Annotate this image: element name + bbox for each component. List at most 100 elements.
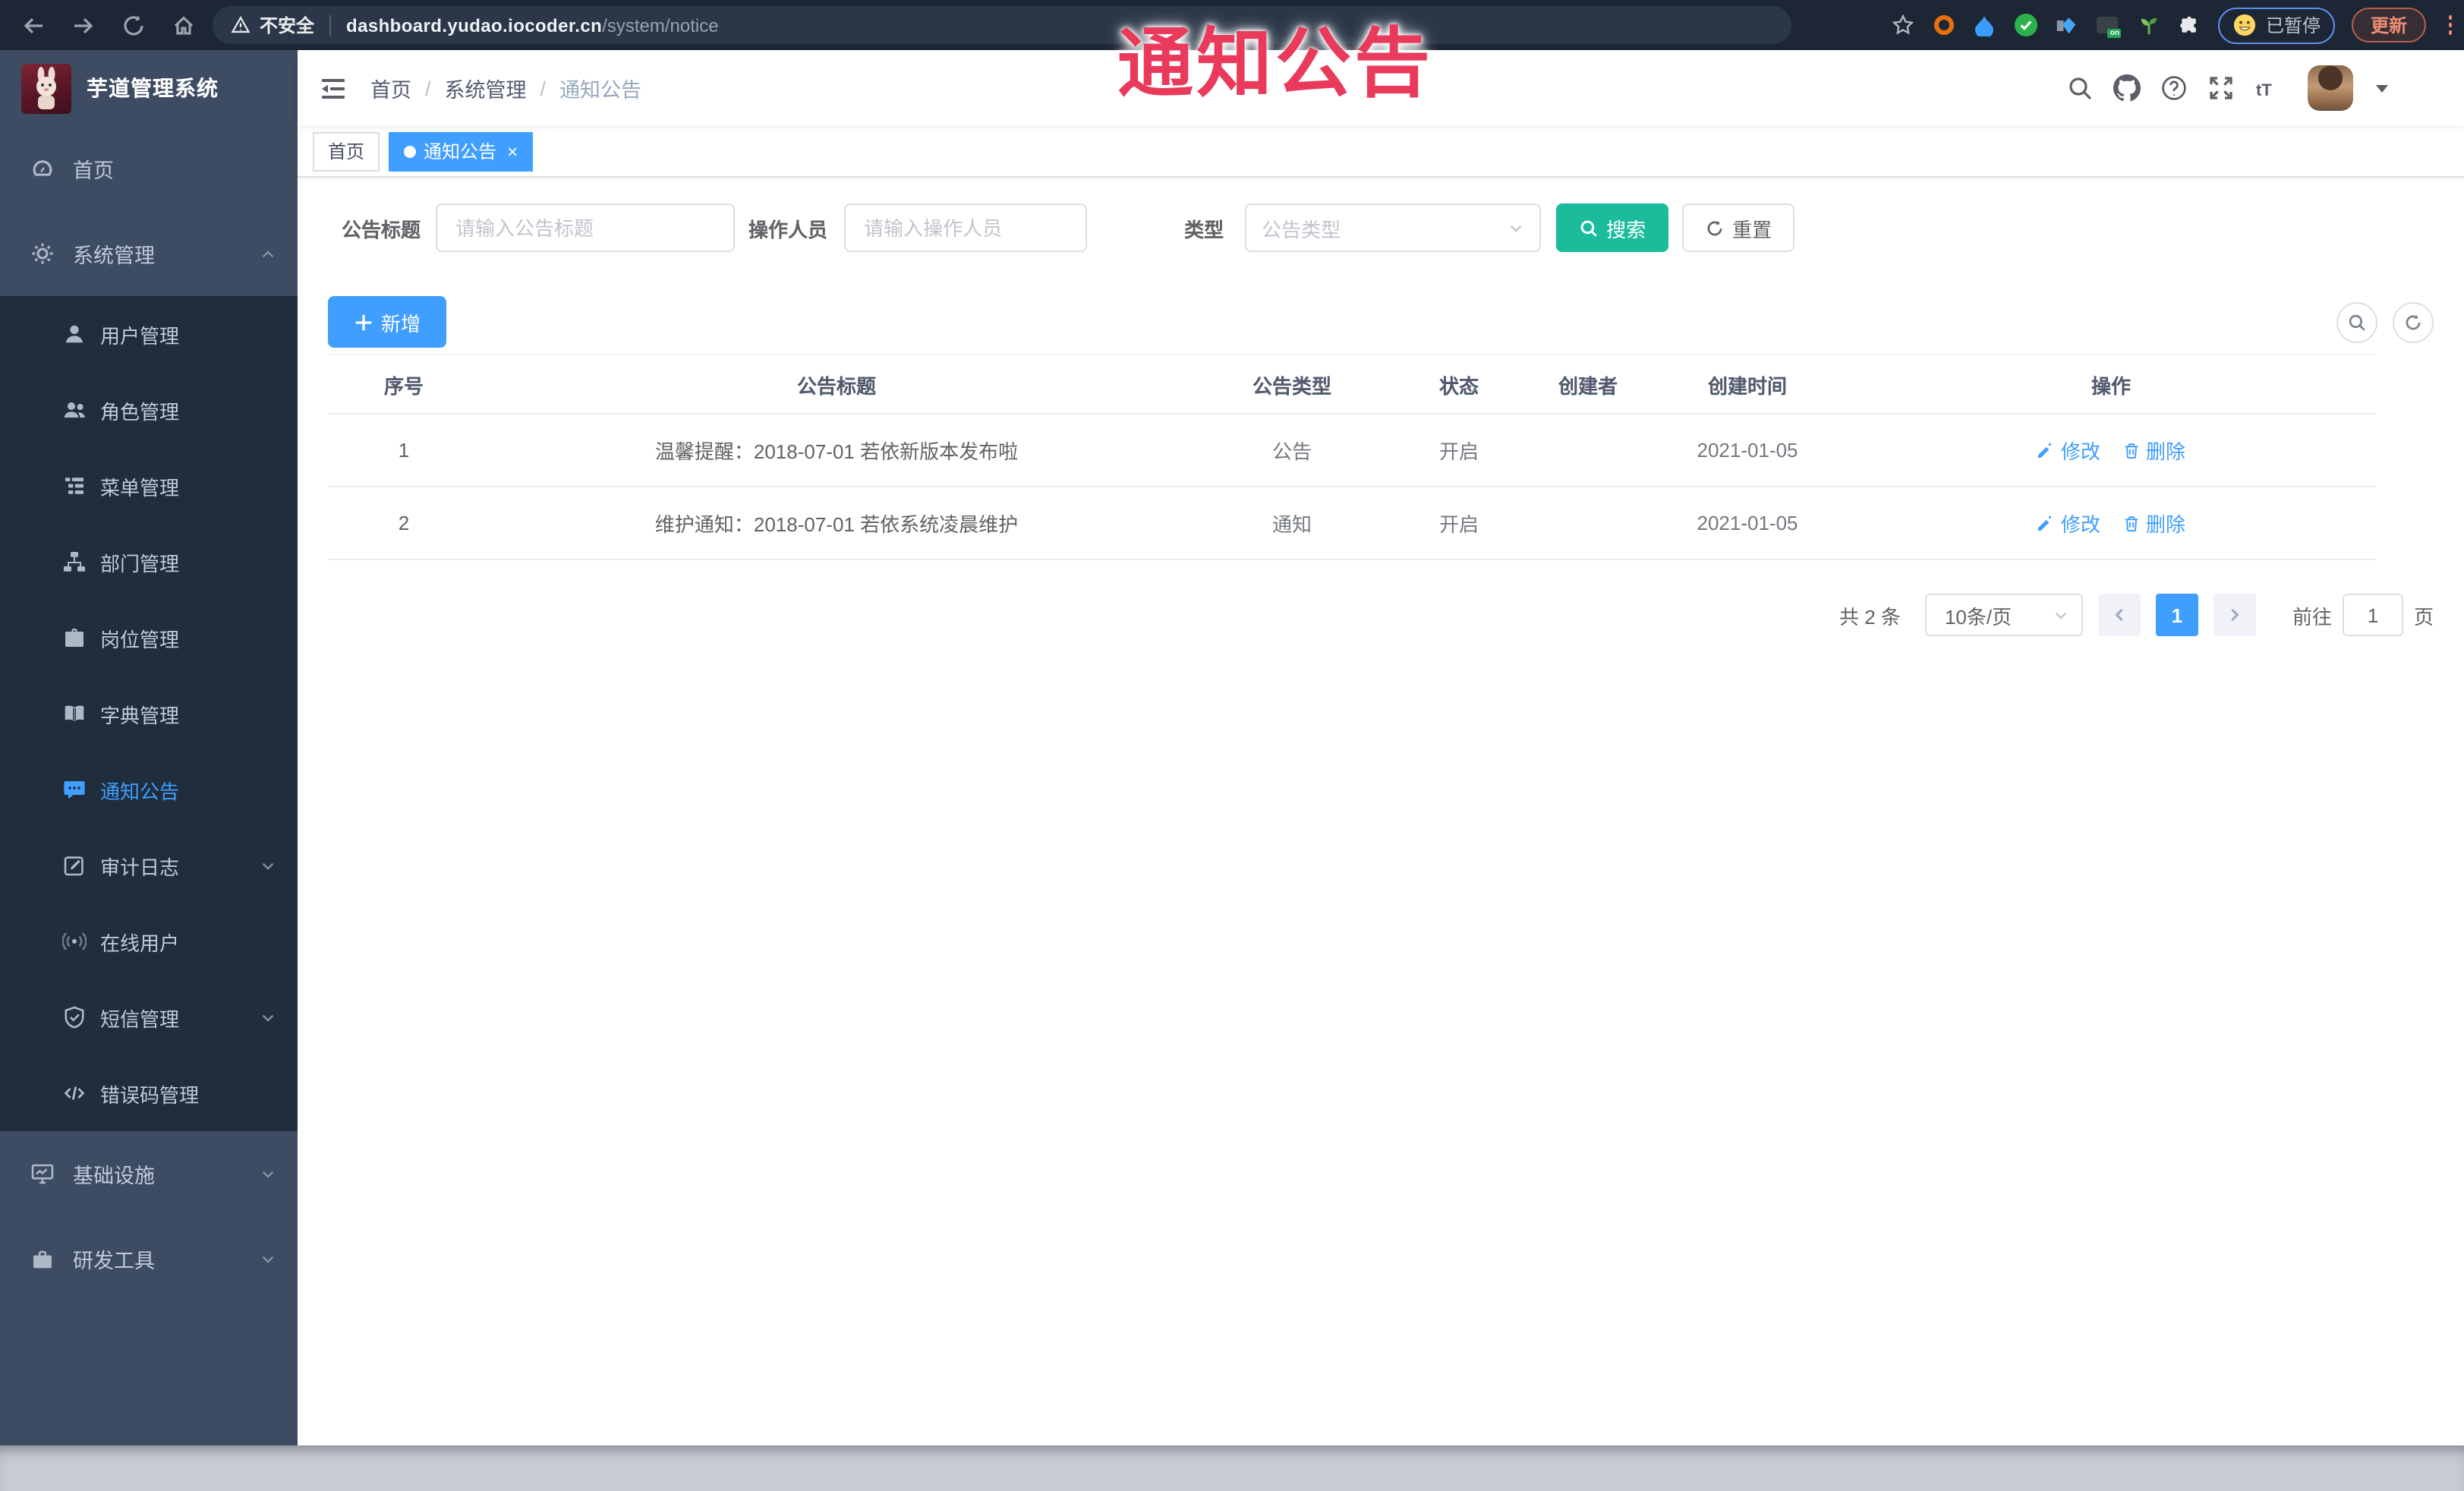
sidebar-item-label: 首页 xyxy=(73,159,114,182)
profile-paused-badge[interactable]: 已暂停 xyxy=(2218,7,2336,43)
sidebar-item-users[interactable]: 用户管理 xyxy=(0,296,298,372)
breadcrumb-home[interactable]: 首页 xyxy=(370,73,411,103)
prev-page-button[interactable] xyxy=(2097,594,2141,636)
breadcrumb: 首页 / 系统管理 / 通知公告 xyxy=(370,73,641,103)
reset-button[interactable]: 重置 xyxy=(1682,203,1795,252)
cell-title: 维护通知：2018-07-01 若依系统凌晨维护 xyxy=(654,513,1019,536)
sidebar-item-label: 角色管理 xyxy=(100,400,180,423)
toggle-search-button[interactable] xyxy=(2336,301,2377,342)
extension-on-badge-icon[interactable] xyxy=(2096,13,2122,38)
sidebar-item-system[interactable]: 系统管理 xyxy=(0,211,298,296)
extension-sprout-icon[interactable] xyxy=(2137,13,2161,37)
notice-type-select[interactable]: 公告类型 xyxy=(1245,203,1542,252)
gear-icon xyxy=(32,243,53,264)
avatar[interactable] xyxy=(2308,65,2353,111)
sidebar-item-label: 岗位管理 xyxy=(100,628,180,651)
edit-link-label: 修改 xyxy=(2060,513,2100,536)
goto-unit-label: 页 xyxy=(2413,605,2434,628)
sidebar-toggle-icon[interactable] xyxy=(298,77,369,99)
online-signal-icon xyxy=(62,932,87,950)
delete-link[interactable]: 删除 xyxy=(2122,509,2185,537)
update-label: 更新 xyxy=(2370,15,2407,36)
refresh-table-button[interactable] xyxy=(2393,301,2434,342)
delete-link[interactable]: 删除 xyxy=(2122,436,2185,465)
sidebar-item-menus[interactable]: 菜单管理 xyxy=(0,448,298,524)
sidebar-item-label: 用户管理 xyxy=(100,324,180,347)
edit-link[interactable]: 修改 xyxy=(2037,509,2100,537)
table-row: 2 维护通知：2018-07-01 若依系统凌晨维护 通知 开启 2021-01… xyxy=(328,487,2376,560)
extension-gem-icon[interactable] xyxy=(2055,13,2079,37)
sidebar-item-audit-log[interactable]: 审计日志 xyxy=(0,827,298,903)
top-navbar: 首页 / 系统管理 / 通知公告 tT xyxy=(298,50,2464,126)
forward-icon[interactable] xyxy=(71,13,96,37)
sidebar-item-dictionary[interactable]: 字典管理 xyxy=(0,676,298,752)
sidebar-item-error-codes[interactable]: 错误码管理 xyxy=(0,1055,298,1131)
add-button[interactable]: 新增 xyxy=(328,296,447,348)
sidebar-item-departments[interactable]: 部门管理 xyxy=(0,524,298,600)
extension-orange-ring-icon[interactable] xyxy=(1932,13,1956,37)
sidebar-item-online-users[interactable]: 在线用户 xyxy=(0,903,298,979)
sidebar-item-home[interactable]: 首页 xyxy=(0,126,298,211)
sidebar-item-label: 短信管理 xyxy=(100,1007,180,1030)
cell-no: 1 xyxy=(398,439,410,462)
back-icon[interactable] xyxy=(21,13,46,37)
desktop-strip xyxy=(0,1445,2464,1491)
help-icon[interactable] xyxy=(2160,74,2188,102)
page-number-current[interactable]: 1 xyxy=(2155,594,2198,636)
breadcrumb-separator: / xyxy=(425,77,431,99)
page-size-value: 10条/页 xyxy=(1944,605,2012,628)
breadcrumb-system[interactable]: 系统管理 xyxy=(445,73,527,103)
url-path: /system/notice xyxy=(602,14,719,36)
browser-extensions: 已暂停 更新 xyxy=(1891,0,2452,50)
avatar-caret-icon[interactable] xyxy=(2376,84,2388,92)
edit-link[interactable]: 修改 xyxy=(2037,436,2100,465)
chrome-update-button[interactable]: 更新 xyxy=(2352,8,2425,43)
sidebar-item-label: 部门管理 xyxy=(100,552,180,575)
fullscreen-icon[interactable] xyxy=(2207,74,2235,102)
browser-menu-icon[interactable] xyxy=(2448,15,2452,35)
edit-icon xyxy=(2038,442,2053,457)
cell-type: 通知 xyxy=(1271,513,1312,536)
sidebar-item-positions[interactable]: 岗位管理 xyxy=(0,600,298,676)
chevron-right-icon xyxy=(2231,608,2239,622)
security-warning[interactable]: 不安全 xyxy=(231,12,314,38)
paused-label: 已暂停 xyxy=(2265,15,2321,36)
sidebar-item-dev-tools[interactable]: 研发工具 xyxy=(0,1216,298,1301)
operator-input[interactable] xyxy=(844,203,1088,252)
extensions-puzzle-icon[interactable] xyxy=(2178,13,2202,37)
pagination: 共 2 条 10条/页 1 前往 页 xyxy=(328,594,2434,636)
github-icon[interactable] xyxy=(2113,74,2141,102)
notice-title-input[interactable] xyxy=(436,203,736,252)
sidebar-item-infrastructure[interactable]: 基础设施 xyxy=(0,1131,298,1216)
svg-text:tT: tT xyxy=(2256,80,2272,99)
goto-page-input[interactable] xyxy=(2342,594,2403,636)
font-size-icon[interactable]: tT xyxy=(2254,74,2282,102)
header-search-icon[interactable] xyxy=(2066,74,2094,102)
sidebar: 芋道管理系统 首页 系统管理 用户管理 角色管理 菜单管理 部门管理 岗位管理 … xyxy=(0,50,298,1445)
bookmark-star-icon[interactable] xyxy=(1891,13,1915,37)
table-toolbar: 新增 xyxy=(328,296,2434,348)
user-icon xyxy=(66,325,83,343)
sidebar-item-notice[interactable]: 通知公告 xyxy=(0,752,298,827)
reload-icon[interactable] xyxy=(121,13,146,37)
table-settings xyxy=(2336,301,2434,342)
sidebar-item-label: 字典管理 xyxy=(100,704,180,727)
next-page-button[interactable] xyxy=(2213,594,2256,636)
col-header-type: 公告类型 xyxy=(1252,374,1331,397)
cell-actions: 修改 删除 xyxy=(1846,509,2376,537)
home-icon[interactable] xyxy=(172,13,196,37)
page-size-select[interactable]: 10条/页 xyxy=(1924,594,2083,636)
sitemap-icon xyxy=(64,552,85,572)
sidebar-item-sms[interactable]: 短信管理 xyxy=(0,979,298,1055)
extension-blue-drop-icon[interactable] xyxy=(1973,13,1997,37)
reset-button-label: 重置 xyxy=(1732,218,1772,241)
search-button[interactable]: 搜索 xyxy=(1556,203,1669,252)
tab-home[interactable]: 首页 xyxy=(313,131,380,171)
tab-label: 通知公告 xyxy=(424,141,497,162)
extension-green-check-icon[interactable] xyxy=(2014,13,2038,37)
address-bar[interactable]: 不安全 dashboard.yudao.iocoder.cn/system/no… xyxy=(213,6,1791,44)
tab-close-icon[interactable]: × xyxy=(507,142,518,160)
app-logo-row[interactable]: 芋道管理系统 xyxy=(0,50,298,126)
tab-notice[interactable]: 通知公告 × xyxy=(389,131,534,171)
sidebar-item-roles[interactable]: 角色管理 xyxy=(0,372,298,448)
